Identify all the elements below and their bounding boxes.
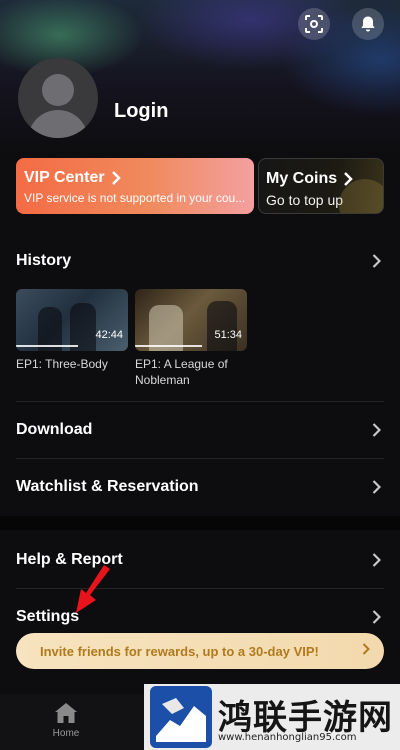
vip-center-title-row: VIP Center [24, 169, 246, 187]
chevron-right-icon [362, 642, 370, 660]
section-separator [0, 516, 400, 530]
video-duration: 42:44 [95, 329, 123, 341]
chevron-right-icon [368, 253, 384, 269]
home-icon [55, 703, 77, 723]
vip-center-subtitle: VIP service is not supported in your cou… [24, 191, 246, 205]
watch-progress-bar [135, 345, 203, 347]
scene-figure [207, 301, 237, 351]
download-label: Download [16, 421, 93, 438]
login-link[interactable]: Login [114, 100, 168, 123]
avatar-body-shape [28, 110, 88, 138]
settings-row[interactable]: Settings [0, 597, 400, 637]
horse-logo-icon [156, 698, 206, 742]
chevron-right-icon [368, 422, 384, 438]
scene-figure [70, 303, 96, 351]
watermark-logo [150, 686, 212, 748]
history-row[interactable]: History [0, 241, 400, 281]
annotation-arrow-icon [76, 565, 110, 613]
chevron-right-icon [368, 609, 384, 625]
nav-home[interactable]: Home [46, 702, 86, 739]
divider [16, 458, 384, 459]
chevron-right-icon [111, 171, 121, 185]
help-report-row[interactable]: Help & Report [0, 540, 400, 580]
video-duration: 51:34 [214, 329, 242, 341]
invite-friends-banner[interactable]: Invite friends for rewards, up to a 30-d… [16, 633, 384, 669]
notifications-button[interactable] [352, 8, 384, 40]
history-item-title[interactable]: EP1: A League of Nobleman [135, 356, 247, 388]
my-coins-card[interactable]: My Coins Go to top up [258, 158, 384, 214]
avatar[interactable] [18, 58, 98, 138]
my-coins-title: My Coins [266, 170, 338, 187]
scan-button[interactable] [298, 8, 330, 40]
download-row[interactable]: Download [0, 410, 400, 450]
chevron-right-icon [368, 552, 384, 568]
divider [16, 401, 384, 402]
chevron-right-icon [368, 479, 384, 495]
avatar-head-shape [42, 74, 74, 106]
watch-progress-bar [16, 345, 78, 347]
nav-home-label: Home [52, 728, 80, 739]
watchlist-label: Watchlist & Reservation [16, 478, 199, 495]
scan-icon [305, 15, 323, 33]
history-thumbnail[interactable]: 42:44 [16, 289, 128, 351]
invite-banner-text: Invite friends for rewards, up to a 30-d… [40, 643, 319, 659]
vip-center-card[interactable]: VIP Center VIP service is not supported … [16, 158, 254, 214]
watchlist-row[interactable]: Watchlist & Reservation [0, 467, 400, 507]
history-label: History [16, 252, 72, 269]
watermark-url: www.henanhonglian95.com [218, 732, 357, 743]
history-thumbnail[interactable]: 51:34 [135, 289, 247, 351]
history-item-title[interactable]: EP1: Three-Body [16, 356, 128, 372]
bell-icon [361, 16, 375, 32]
vip-center-title: VIP Center [24, 169, 105, 186]
